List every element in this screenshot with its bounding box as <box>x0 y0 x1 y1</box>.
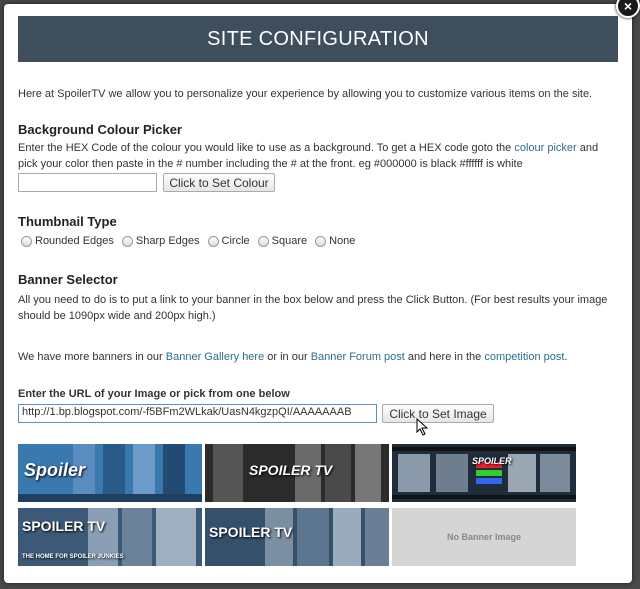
banner-thumb-text: SPOILER TV <box>249 462 333 478</box>
banner-url-input[interactable]: http://1.bp.blogspot.com/-f5BFm2WLkak/Ua… <box>18 404 377 423</box>
thumbnail-heading: Thumbnail Type <box>18 214 117 229</box>
radio-icon[interactable] <box>21 235 32 247</box>
radio-circle[interactable]: Circle <box>207 235 250 247</box>
banner-url-label: Enter the URL of your Image or pick from… <box>18 388 290 400</box>
colour-picker-link[interactable]: colour picker <box>514 142 576 154</box>
banner-thumb-text: SPOILER TV <box>22 518 106 534</box>
banner-thumb-3[interactable]: SPOILER <box>392 444 576 502</box>
banner-thumb-1[interactable]: Spoiler <box>18 444 202 502</box>
banner-heading: Banner Selector <box>18 272 118 287</box>
background-colour-input[interactable] <box>18 173 157 192</box>
set-image-button[interactable]: Click to Set Image <box>382 404 494 423</box>
banner-forum-link[interactable]: Banner Forum post <box>311 351 405 363</box>
page-title: SITE CONFIGURATION <box>18 16 618 62</box>
radio-icon[interactable] <box>257 235 269 247</box>
radio-square[interactable]: Square <box>257 235 307 247</box>
banner-gallery-link[interactable]: Banner Gallery here <box>166 351 264 363</box>
background-description: Enter the HEX Code of the colour you wou… <box>18 142 599 170</box>
banner-thumb-text: SPOILER TV <box>209 524 293 540</box>
site-configuration-modal: SITE CONFIGURATION Here at SpoilerTV we … <box>4 4 632 583</box>
banner-thumb-4[interactable]: SPOILER TV THE HOME FOR SPOILER JUNKIES <box>18 508 202 566</box>
banner-image <box>392 444 576 502</box>
radio-none[interactable]: None <box>315 235 355 247</box>
banner-thumb-5[interactable]: SPOILER TV <box>205 508 389 566</box>
more-banners-text: We have more banners in our Banner Galle… <box>18 351 568 363</box>
radio-icon[interactable] <box>207 235 219 247</box>
radio-rounded-edges[interactable]: Rounded Edges <box>21 235 114 247</box>
radio-icon[interactable] <box>315 235 327 247</box>
mouse-cursor-icon <box>416 418 429 436</box>
banner-thumb-text: Spoiler <box>24 460 86 480</box>
competition-post-link[interactable]: competition post <box>484 351 564 363</box>
banner-description: All you need to do is to put a link to y… <box>18 294 608 322</box>
radio-icon[interactable] <box>121 235 133 247</box>
intro-text: Here at SpoilerTV we allow you to person… <box>18 88 593 100</box>
no-banner-option[interactable]: No Banner Image <box>392 508 576 566</box>
radio-sharp-edges[interactable]: Sharp Edges <box>121 235 200 247</box>
close-icon: × <box>623 0 633 14</box>
close-button[interactable]: × <box>616 0 640 18</box>
set-colour-button[interactable]: Click to Set Colour <box>163 173 275 192</box>
banner-thumb-caption: THE HOME FOR SPOILER JUNKIES <box>22 554 124 560</box>
banner-thumb-2[interactable]: SPOILER TV <box>205 444 389 502</box>
background-heading: Background Colour Picker <box>18 122 182 137</box>
thumbnail-options: Rounded Edges Sharp Edges Circle Square … <box>21 235 355 247</box>
banner-thumb-text: SPOILER <box>472 456 512 466</box>
